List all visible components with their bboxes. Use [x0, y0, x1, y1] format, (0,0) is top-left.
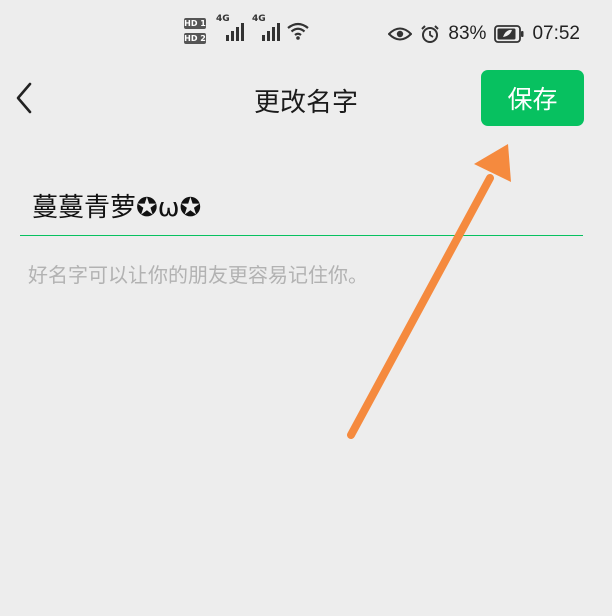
- signal-icon: [226, 23, 244, 41]
- save-button[interactable]: 保存: [481, 70, 584, 126]
- eye-icon: [388, 27, 413, 41]
- clock: 07:52: [532, 23, 580, 44]
- alarm-icon: [421, 25, 440, 43]
- hd-icon: HD 1: [184, 18, 206, 29]
- battery-icon: [494, 25, 524, 43]
- status-right: 83% 07:52: [388, 22, 580, 46]
- wifi-icon: [287, 22, 309, 40]
- nav-bar: 更改名字 保存: [0, 66, 612, 132]
- signal-icon: [262, 23, 280, 41]
- battery-percent: 83%: [448, 23, 487, 44]
- hd-icon: HD 2: [184, 33, 206, 44]
- status-bar: HD 1 HD 2 4G 4G 83% 07:52: [0, 14, 612, 56]
- name-input[interactable]: [20, 184, 583, 236]
- edit-name-screen: HD 1 HD 2 4G 4G 83% 07:52 更改名字 保存 蔓蔓青萝✪ω…: [0, 0, 612, 616]
- hd-badges: HD 1 HD 2: [184, 18, 210, 48]
- name-hint: 好名字可以让你的朋友更容易记住你。: [28, 263, 368, 287]
